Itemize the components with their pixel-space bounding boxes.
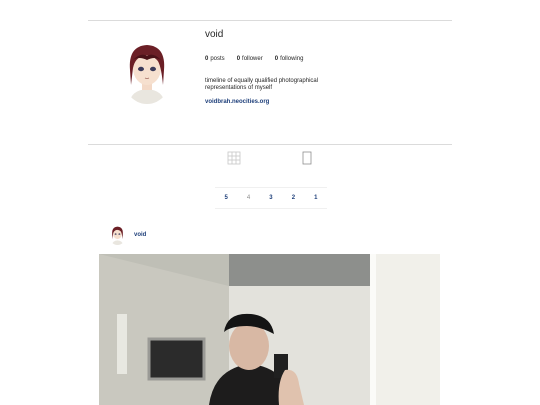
post-author-username[interactable]: void xyxy=(134,232,146,238)
following-count: 0 xyxy=(274,56,279,62)
following-stat[interactable]: 0 following xyxy=(275,56,304,62)
followers-count: 0 xyxy=(236,56,241,62)
grid-icon xyxy=(227,151,241,165)
post-author-avatar[interactable] xyxy=(109,225,126,245)
grid-view-button[interactable] xyxy=(227,151,241,165)
page-link-3[interactable]: 3 xyxy=(269,195,272,201)
top-divider xyxy=(88,20,452,21)
posts-label: posts xyxy=(210,56,225,62)
profile-stats: 0 posts 0 follower 0 following xyxy=(205,56,303,62)
followers-label: follower xyxy=(242,56,263,62)
mirror-selfie-photo xyxy=(99,254,440,405)
page-link-1[interactable]: 1 xyxy=(314,195,317,201)
page-link-4-current: 4 xyxy=(246,195,251,201)
single-view-button[interactable] xyxy=(300,151,314,165)
pagination: 5 4 3 2 1 xyxy=(215,187,327,209)
posts-stat: 0 posts xyxy=(205,56,225,62)
posts-count: 0 xyxy=(205,56,209,62)
post-photo[interactable] xyxy=(99,254,440,405)
anime-avatar-icon xyxy=(109,225,126,245)
profile-avatar xyxy=(121,40,173,104)
profile-website-link[interactable]: voidbrah.neocities.org xyxy=(205,99,269,105)
anime-avatar-icon xyxy=(121,40,173,104)
profile-bio: timeline of equally qualified photograph… xyxy=(205,78,319,91)
followers-stat[interactable]: 0 follower xyxy=(237,56,263,62)
profile-username: void xyxy=(205,29,224,40)
page-link-5[interactable]: 5 xyxy=(225,195,228,201)
single-post-icon xyxy=(302,151,312,165)
profile-divider xyxy=(88,144,452,145)
page-link-2[interactable]: 2 xyxy=(292,195,295,201)
following-label: following xyxy=(280,56,304,62)
